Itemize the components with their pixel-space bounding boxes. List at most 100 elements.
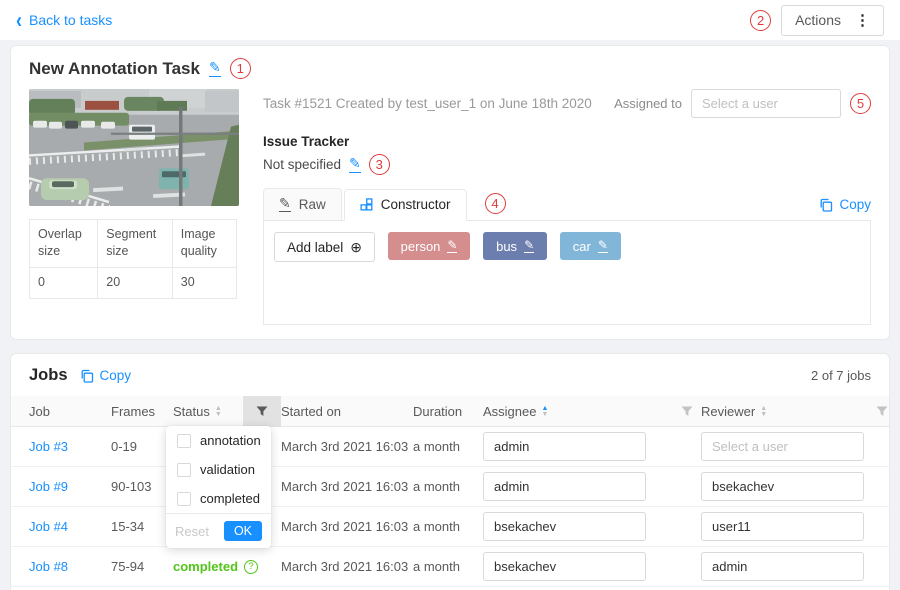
copy-jobs-link[interactable]: Copy [80,368,132,383]
status-cell: completed ? [173,559,281,574]
assigned-to-label: Assigned to [614,96,682,111]
label-chip-car[interactable]: car ✎ [560,232,621,260]
edit-issue-tracker-icon[interactable]: ✎ [349,156,361,172]
back-to-tasks-label: Back to tasks [29,12,112,28]
task-card: New Annotation Task ✎ 1 [10,45,890,340]
assignee-input[interactable] [483,552,646,581]
labels-tabbar: ✎ Raw Constructor 4 [263,188,871,221]
edit-label-icon[interactable]: ✎ [524,239,534,253]
status-filter-dropdown: annotation validation completed Reset OK [166,426,271,548]
filter-funnel-icon [256,406,268,417]
copy-labels-link[interactable]: Copy [819,197,871,212]
filter-option-annotation-label: annotation [200,433,261,448]
reviewer-input[interactable] [701,512,864,541]
assignee-filter-trigger[interactable] [673,396,701,427]
job-link[interactable]: Job #8 [29,559,68,574]
back-to-tasks-link[interactable]: ‹ Back to tasks [16,11,112,29]
frames-cell: 90-103 [111,479,173,494]
col-status-label: Status [173,404,210,419]
reviewer-input[interactable] [701,472,864,501]
more-vertical-icon: ⋮ [855,11,870,29]
question-circle-icon[interactable]: ? [244,560,258,574]
filter-funnel-icon [681,406,693,417]
label-chip-bus-text: bus [496,239,517,254]
param-value-overlap: 0 [30,267,98,298]
job-link[interactable]: Job #9 [29,479,68,494]
assignee-sorter-icon[interactable]: ▲▼ [541,406,548,417]
filter-ok-button[interactable]: OK [224,521,262,541]
duration-cell: a month [413,439,483,454]
filter-option-validation-label: validation [200,462,255,477]
filter-funnel-icon [876,406,888,417]
reviewer-filter-trigger[interactable] [873,396,891,427]
job-row-4: Job #4 15-34 March 3rd 2021 16:03 a mont… [11,507,889,547]
job-row-3: Job #3 0-19 March 3rd 2021 16:03 a month [11,427,889,467]
labels-constructor-pane: Add label ⊕ person ✎ bus ✎ car ✎ [263,221,871,325]
annotation-badge-2: 2 [750,10,771,31]
assignee-input[interactable] [483,472,646,501]
started-cell: March 3rd 2021 16:03 [281,519,413,534]
jobs-title: Jobs [29,366,68,385]
reviewer-sorter-icon[interactable]: ▲▼ [760,406,767,417]
reviewer-input[interactable] [701,432,864,461]
edit-title-icon[interactable]: ✎ [209,60,221,76]
traffic-scene-graphic [29,89,239,206]
assignee-input[interactable] [483,432,646,461]
started-cell: March 3rd 2021 16:03 [281,479,413,494]
param-value-quality: 30 [172,267,236,298]
status-completed-text: completed [173,559,238,574]
actions-button[interactable]: Actions ⋮ [781,5,884,36]
status-filter-trigger[interactable] [243,396,281,427]
frames-cell: 75-94 [111,559,173,574]
tab-raw[interactable]: ✎ Raw [263,188,342,221]
issue-tracker-title: Issue Tracker [263,134,871,149]
checkbox-validation[interactable] [177,463,191,477]
edit-label-icon[interactable]: ✎ [447,239,457,253]
filter-reset-button[interactable]: Reset [175,524,209,539]
filter-option-completed-label: completed [200,491,260,506]
job-link[interactable]: Job #3 [29,439,68,454]
job-link[interactable]: Job #4 [29,519,68,534]
jobs-count: 2 of 7 jobs [811,368,871,383]
copy-labels-label: Copy [839,197,871,212]
filter-option-annotation[interactable]: annotation [166,426,271,455]
col-status[interactable]: Status ▲▼ [173,404,243,419]
label-chip-car-text: car [573,239,591,254]
job-row-9: Job #9 90-103 March 3rd 2021 16:03 a mon… [11,467,889,507]
assignee-input[interactable] [483,512,646,541]
add-label-text: Add label [287,240,343,255]
col-assignee[interactable]: Assignee ▲▼ [483,404,673,419]
label-chip-bus[interactable]: bus ✎ [483,232,547,260]
col-frames: Frames [111,404,173,419]
add-label-button[interactable]: Add label ⊕ [274,232,375,262]
task-preview-image [29,89,239,206]
edit-icon: ✎ [279,196,291,212]
param-header-overlap: Overlap size [30,220,98,268]
task-meta: Task #1521 Created by test_user_1 on Jun… [263,96,614,111]
edit-label-icon[interactable]: ✎ [598,239,608,253]
status-sorter-icon[interactable]: ▲▼ [215,406,222,417]
checkbox-annotation[interactable] [177,434,191,448]
reviewer-input[interactable] [701,552,864,581]
label-chip-person-text: person [401,239,441,254]
assigned-to-group: Assigned to 5 [614,89,871,118]
topbar: ‹ Back to tasks 2 Actions ⋮ [0,0,900,40]
frames-cell: 0-19 [111,439,173,454]
started-cell: March 3rd 2021 16:03 [281,559,413,574]
col-job: Job [11,404,111,419]
annotation-badge-5: 5 [850,93,871,114]
col-duration: Duration [413,404,483,419]
annotation-badge-3: 3 [369,154,390,175]
col-reviewer[interactable]: Reviewer ▲▼ [701,404,873,419]
tab-constructor[interactable]: Constructor [344,189,467,221]
label-chip-person[interactable]: person ✎ [388,232,471,260]
jobs-card: Jobs Copy 2 of 7 jobs Job Frames Status … [10,353,890,590]
assigned-to-input[interactable] [691,89,841,118]
checkbox-completed[interactable] [177,492,191,506]
col-reviewer-label: Reviewer [701,404,755,419]
filter-option-validation[interactable]: validation [166,455,271,484]
tab-raw-label: Raw [299,197,326,212]
job-row-8: Job #8 75-94 completed ? March 3rd 2021 … [11,547,889,587]
chevron-left-icon: ‹ [16,9,22,32]
filter-option-completed[interactable]: completed [166,484,271,513]
